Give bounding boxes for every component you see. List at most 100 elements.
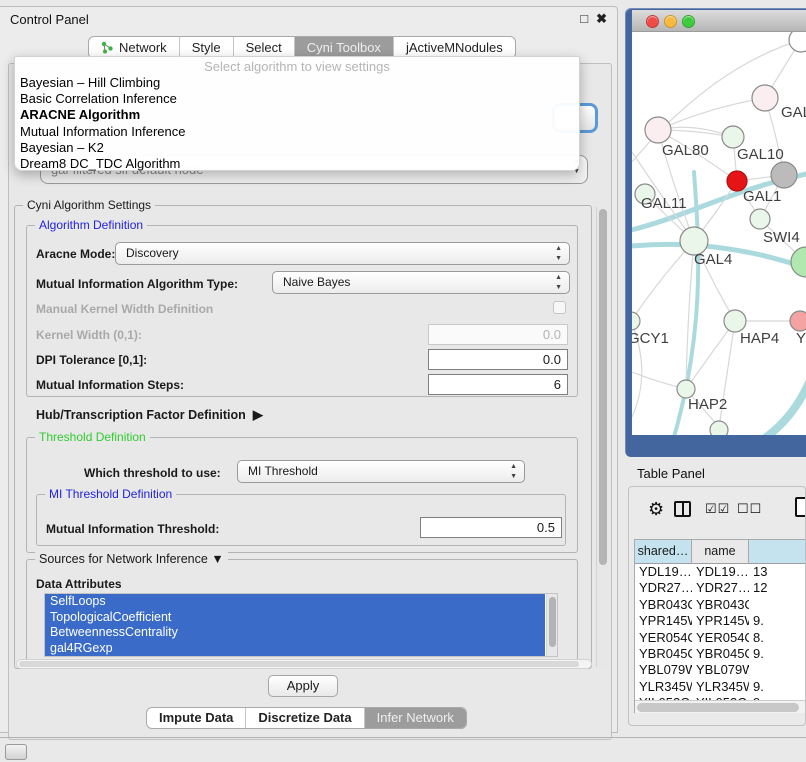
hub-definition-expander[interactable]: Hub/Transcription Factor Definition ▶ [36, 407, 263, 423]
cyni-mode-tabbar: Impute Data Discretize Data Infer Networ… [146, 707, 467, 729]
data-attributes-list: SelfLoops TopologicalCoefficient Between… [44, 593, 558, 657]
apply-button[interactable]: Apply [268, 675, 338, 697]
column-view-icon[interactable] [674, 501, 691, 517]
algorithm-option[interactable]: Bayesian – K2 [15, 140, 579, 156]
control-panel-title: Control Panel [10, 12, 89, 27]
node-label: HAP4 [740, 330, 779, 347]
table-row[interactable]: YDL19… YDL19… 13 [635, 564, 806, 580]
list-scrollbar-track[interactable] [546, 594, 557, 657]
tab-discretize-data[interactable]: Discretize Data [246, 708, 364, 728]
node-gcy1[interactable] [632, 312, 640, 330]
node-label: GAL [781, 104, 806, 121]
settings-hscrollbar-thumb[interactable] [19, 661, 579, 667]
table-toolbar: ⚙ ☑☑ ☐☐ [629, 487, 806, 537]
network-window-titlebar[interactable] [632, 10, 806, 32]
list-scrollbar-thumb[interactable] [549, 597, 556, 647]
mi-threshold-field[interactable]: 0.5 [420, 517, 562, 538]
table-hscrollbar-track[interactable] [635, 700, 806, 713]
mi-steps-field[interactable]: 6 [428, 374, 568, 395]
panel-toggle-icon[interactable] [5, 744, 27, 760]
aracne-mode-combo[interactable]: Discovery ▲▼ [115, 242, 570, 265]
algorithm-option-selected[interactable]: ARACNE Algorithm [15, 107, 579, 123]
settings-scrollbar-track[interactable] [596, 207, 608, 667]
tab-network[interactable]: Network [89, 37, 180, 58]
column-header-shared-name[interactable]: shared… [635, 540, 692, 563]
node-label: GCY1 [632, 330, 669, 347]
node-bottom-partial[interactable] [710, 421, 728, 435]
zoom-traffic-icon[interactable] [682, 15, 695, 28]
node-label: GAL1 [743, 188, 781, 205]
select-all-columns-icon[interactable]: ☑☑ [705, 501, 730, 517]
mi-steps-label: Mutual Information Steps: [36, 378, 184, 392]
tab-style[interactable]: Style [180, 37, 234, 58]
tab-jactivemnodules[interactable]: jActiveMNodules [394, 37, 515, 58]
node-hap4[interactable] [724, 310, 746, 332]
node-swi4[interactable] [750, 209, 770, 229]
table-row[interactable]: YBR043C YBR043C [635, 597, 806, 613]
export-table-icon[interactable] [795, 497, 806, 517]
algorithm-definition-title: Algorithm Definition [35, 218, 147, 232]
node-label: GAL80 [662, 142, 709, 159]
dpi-tolerance-label: DPI Tolerance [0,1]: [36, 353, 147, 367]
column-divider [682, 503, 684, 515]
node-gal80[interactable] [645, 117, 671, 143]
table-row[interactable]: YPR145W YPR145W 9. [635, 613, 806, 629]
node-gal-partial[interactable] [752, 85, 778, 111]
table-row[interactable]: YBL079W YBL079W [635, 662, 806, 678]
tab-infer-network[interactable]: Infer Network [365, 708, 466, 728]
expand-right-icon: ▶ [249, 407, 263, 422]
algorithm-option[interactable]: Bayesian – Hill Climbing [15, 75, 579, 91]
list-item[interactable]: TopologicalCoefficient [45, 610, 545, 626]
node-unlabeled[interactable] [789, 32, 806, 52]
table-row[interactable]: YBR045C YBR045C 9. [635, 646, 806, 662]
node-bright-green[interactable] [791, 247, 806, 277]
settings-scrollbar-thumb[interactable] [599, 209, 607, 565]
window-controls: □✖ [572, 11, 607, 27]
list-item[interactable]: BetweennessCentrality [45, 625, 545, 641]
algorithm-option[interactable]: Dream8 DC_TDC Algorithm [15, 156, 579, 172]
mi-threshold-label: Mutual Information Threshold: [46, 522, 219, 536]
settings-hscrollbar-track[interactable] [16, 659, 592, 669]
table-row[interactable]: YER054C YER054C 8. [635, 630, 806, 646]
table-header: shared… name [635, 540, 806, 564]
node-gray[interactable] [771, 162, 797, 188]
network-canvas[interactable]: GAL80 GAL10 GAL11 GAL1 SWI4 GAL4 GCY1 HA… [632, 32, 806, 435]
tab-select[interactable]: Select [234, 37, 295, 58]
node-label: Y [796, 330, 806, 347]
deselect-all-columns-icon[interactable]: ☐☐ [737, 501, 762, 517]
node-label: GAL10 [737, 146, 784, 163]
tab-cyni-toolbox[interactable]: Cyni Toolbox [295, 37, 394, 58]
node-label: HAP2 [688, 396, 727, 413]
algorithm-option[interactable]: Basic Correlation Inference [15, 91, 579, 107]
node-salmon[interactable] [790, 311, 806, 331]
column-header-partial[interactable] [749, 540, 806, 563]
data-attributes-label: Data Attributes [36, 577, 122, 591]
control-panel-window: Control Panel □✖ Network Style Select Cy… [0, 6, 618, 733]
network-icon [101, 41, 114, 54]
minimize-traffic-icon[interactable] [664, 15, 677, 28]
close-traffic-icon[interactable] [646, 15, 659, 28]
gear-icon[interactable]: ⚙ [648, 499, 664, 520]
node-gal10[interactable] [722, 126, 744, 148]
table-row[interactable]: YDR27… YDR27… 12 [635, 580, 806, 596]
column-header-name[interactable]: name [692, 540, 749, 563]
kernel-width-field[interactable]: 0.0 [428, 324, 568, 345]
dpi-tolerance-field[interactable]: 0.0 [428, 349, 568, 370]
table-row[interactable]: YLR345W YLR345W 9. [635, 679, 806, 695]
which-threshold-combo[interactable]: MI Threshold ▲▼ [237, 460, 525, 483]
tab-impute-data[interactable]: Impute Data [147, 708, 246, 728]
list-item[interactable]: SelfLoops [45, 594, 545, 610]
table-hscrollbar-thumb[interactable] [637, 703, 799, 712]
float-window-icon[interactable]: □ [580, 11, 588, 26]
sources-group-title[interactable]: Sources for Network Inference ▼ [35, 552, 228, 566]
node-label: GAL4 [694, 251, 732, 268]
manual-kernel-width-checkbox[interactable] [553, 301, 566, 314]
table-panel: ⚙ ☑☑ ☐☐ shared… name YDL19… YDL19… 13 YD… [628, 486, 806, 726]
mi-algorithm-type-combo[interactable]: Naive Bayes ▲▼ [272, 271, 570, 294]
list-item[interactable]: gal4RGexp [45, 641, 545, 657]
algorithm-option[interactable]: Mutual Information Inference [15, 124, 579, 140]
threshold-definition-title: Threshold Definition [35, 430, 150, 444]
close-window-icon[interactable]: ✖ [596, 11, 607, 26]
node-label: GAL11 [641, 195, 687, 212]
aracne-mode-label: Aracne Mode: [36, 247, 115, 261]
